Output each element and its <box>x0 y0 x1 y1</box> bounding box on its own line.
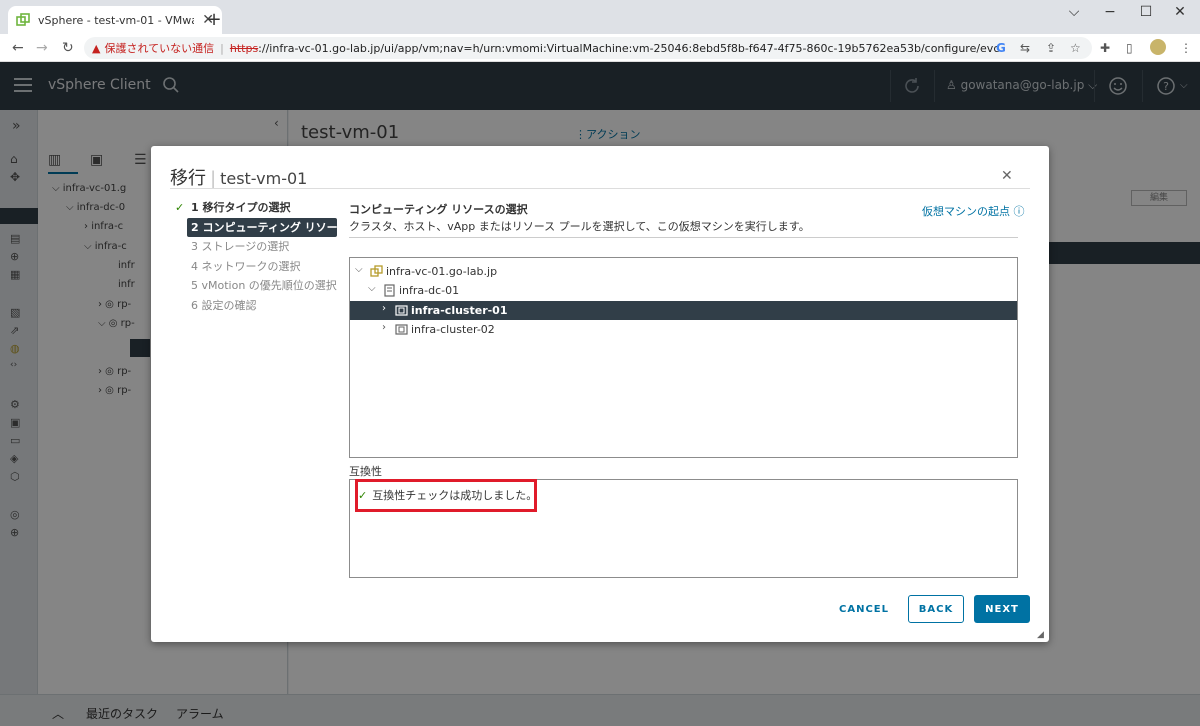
wizard-steps: ✓ 1 移行タイプの選択 2 コンピューティング リソー... 3 ストレージの選… <box>173 198 350 316</box>
dialog-title-text: 移行 <box>170 168 206 189</box>
vsphere-favicon-icon <box>16 13 30 26</box>
dialog-vm-name: test-vm-01 <box>220 169 308 188</box>
next-button[interactable]: NEXT <box>974 595 1030 623</box>
bookmark-star-icon[interactable]: ☆ <box>1070 41 1081 55</box>
back-button[interactable]: BACK <box>908 595 964 623</box>
profile-avatar[interactable] <box>1150 39 1166 55</box>
tree-row-label: infra-dc-01 <box>399 284 460 297</box>
section-description: クラスタ、ホスト、vApp またはリソース プールを選択して、この仮想マシンを実… <box>349 220 810 233</box>
tree-row-cluster-01[interactable]: › infra-cluster-01 <box>350 301 1017 320</box>
title-divider-line <box>170 188 1030 189</box>
step-6: 6 設定の確認 <box>173 296 337 316</box>
section-title: コンピューティング リソースの選択 <box>349 203 528 216</box>
migrate-wizard-dialog: 移行 | test-vm-01 ✕ ✓ 1 移行タイプの選択 2 コンピューティング … <box>151 146 1049 642</box>
step-4: 4 ネットワークの選択 <box>173 257 337 277</box>
dialog-title: 移行 | test-vm-01 <box>170 164 307 190</box>
chevron-right-icon[interactable]: › <box>382 322 386 333</box>
step-label: 1 移行タイプの選択 <box>191 201 291 214</box>
step-label: 3 ストレージの選択 <box>191 240 290 253</box>
section-divider <box>349 237 1018 238</box>
back-arrow-icon[interactable]: ← <box>12 40 24 56</box>
address-bar[interactable]: ▲ 保護されていない通信 | https ://infra-vc-01.go-l… <box>84 37 1092 59</box>
reload-icon[interactable]: ↻ <box>62 40 74 56</box>
extensions-icon[interactable]: ✚ <box>1100 41 1110 55</box>
share-icon[interactable]: ⇪ <box>1046 41 1056 55</box>
chevron-down-icon[interactable]: ⌵ <box>355 264 363 275</box>
title-divider: | <box>210 168 217 189</box>
chevron-down-icon[interactable]: ⌵ <box>368 283 376 294</box>
sidepanel-icon[interactable]: ▯ <box>1126 41 1133 55</box>
dialog-close-button[interactable]: ✕ <box>1001 168 1013 184</box>
minimize-button[interactable]: − <box>1090 4 1130 20</box>
cluster-icon <box>395 305 408 316</box>
url-path: ://infra-vc-01.go-lab.jp/ui/app/vm;nav=h… <box>258 41 1000 55</box>
compute-resource-tree: ⌵ infra-vc-01.go-lab.jp ⌵ infra-dc-01 › … <box>349 257 1018 458</box>
forward-arrow-icon[interactable]: → <box>36 40 48 56</box>
step-2[interactable]: 2 コンピューティング リソー... <box>187 217 350 237</box>
browser-tab-bar: vSphere - test-vm-01 - VMware ✕ + ⌵ − ☐ … <box>0 0 1200 34</box>
url-scheme: https <box>229 41 259 55</box>
browser-tab[interactable]: vSphere - test-vm-01 - VMware ✕ <box>8 6 222 34</box>
tree-row-vcenter[interactable]: ⌵ infra-vc-01.go-lab.jp <box>350 262 1017 281</box>
browser-toolbar: ← → ↻ ▲ 保護されていない通信 | https ://infra-vc-0… <box>0 34 1200 62</box>
vm-origin-link[interactable]: 仮想マシンの起点 ⓘ <box>922 203 1025 219</box>
step-label: 6 設定の確認 <box>191 298 257 312</box>
tree-row-label: infra-cluster-01 <box>411 304 508 317</box>
step-label: 2 コンピューティング リソー... <box>191 220 351 234</box>
datacenter-icon <box>384 284 395 297</box>
tab-title: vSphere - test-vm-01 - VMware <box>38 13 195 27</box>
check-icon: ✓ <box>175 201 185 214</box>
warning-icon: ▲ <box>92 41 101 55</box>
step-1[interactable]: ✓ 1 移行タイプの選択 <box>173 198 337 218</box>
chevron-right-icon[interactable]: › <box>382 303 386 314</box>
security-status[interactable]: 保護されていない通信 <box>104 40 214 56</box>
cluster-icon <box>395 324 408 335</box>
new-tab-button[interactable]: + <box>204 9 224 30</box>
tree-row-datacenter[interactable]: ⌵ infra-dc-01 <box>350 281 1017 300</box>
tree-row-label: infra-cluster-02 <box>411 323 495 336</box>
more-menu-icon[interactable]: ⋮ <box>1180 41 1192 55</box>
step-label: 5 vMotion の優先順位の選択 <box>191 279 337 292</box>
google-icon[interactable]: G <box>996 41 1006 55</box>
translate-icon[interactable]: ⇆ <box>1020 41 1030 55</box>
compatibility-label: 互換性 <box>349 465 382 478</box>
resize-handle-icon[interactable]: ◢ <box>1037 630 1044 640</box>
vcenter-icon <box>370 265 383 277</box>
step-label: 4 ネットワークの選択 <box>191 259 301 273</box>
tree-row-label: infra-vc-01.go-lab.jp <box>386 265 498 278</box>
window-close-button[interactable]: ✕ <box>1160 4 1200 20</box>
step-5: 5 vMotion の優先順位の選択 <box>173 276 337 296</box>
url-separator: | <box>220 41 224 55</box>
chevron-down-icon[interactable]: ⌵ <box>1054 4 1094 20</box>
tree-row-cluster-02[interactable]: › infra-cluster-02 <box>350 320 1017 339</box>
cancel-button[interactable]: CANCEL <box>834 595 894 623</box>
highlight-annotation <box>355 479 537 512</box>
step-3: 3 ストレージの選択 <box>173 237 337 257</box>
